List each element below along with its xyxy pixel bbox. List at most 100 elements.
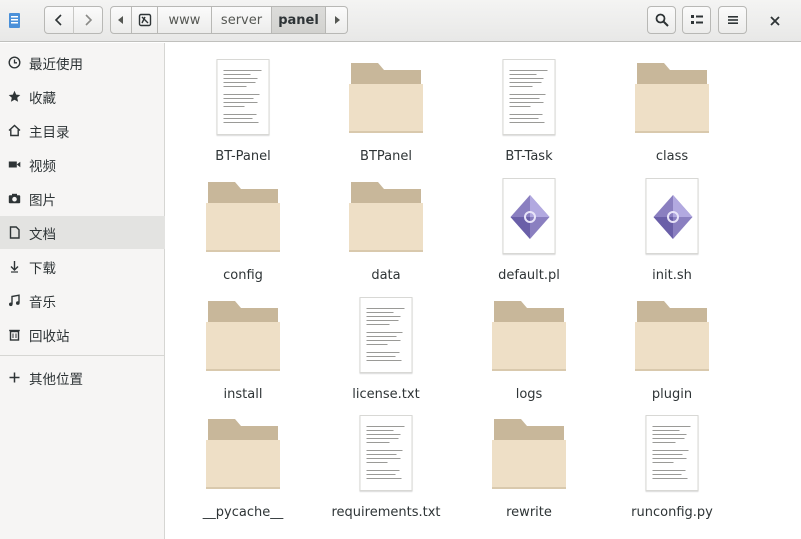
text-file-icon [216,59,270,135]
path-bar: www server panel [110,6,348,35]
plus-icon [7,371,21,385]
folder-icon [635,63,709,133]
trash-icon [7,328,21,342]
sidebar-item-pictures[interactable]: 图片 [0,182,165,215]
file-name-label: data [371,268,401,283]
download-icon [7,260,21,274]
file-name-label: BT-Panel [215,149,271,164]
sidebar-divider [0,355,165,356]
file-grid: BT-Panel BTPanel BT-Task class config data def… [166,43,801,539]
path-root-button[interactable] [132,6,158,34]
folder-item[interactable]: __pycache__ [178,407,308,520]
sidebar-item-starred[interactable]: 收藏 [0,80,165,113]
back-button[interactable] [44,6,74,34]
forward-button[interactable] [73,6,103,34]
file-name-label: logs [515,387,543,402]
folder-icon [206,182,280,252]
close-icon [770,16,780,26]
sidebar-item-label: 视频 [29,158,56,175]
sidebar: 最近使用 收藏 主目录 视频 图片 文档 下载 音乐 回收站 其他位置 [0,43,165,539]
file-name-label: install [223,387,263,402]
file-name-label: config [223,268,263,283]
folder-icon [349,63,423,133]
header-bar: www server panel [0,0,801,42]
sidebar-item-other-locations[interactable]: 其他位置 [0,361,165,394]
view-toggle-icon [690,15,703,24]
camera-icon [7,192,21,206]
file-name-label: BT-Task [505,149,553,164]
script-file-icon [502,178,556,254]
file-item[interactable]: license.txt [321,289,451,402]
file-item[interactable]: requirements.txt [321,407,451,520]
file-name-label: init.sh [652,268,692,283]
path-scroll-left[interactable] [110,6,132,34]
script-file-icon [645,178,699,254]
path-segment-www[interactable]: www [158,6,212,34]
folder-item[interactable]: class [607,51,737,164]
file-item[interactable]: runconfig.py [607,407,737,520]
file-item[interactable]: default.pl [464,170,594,283]
file-item[interactable]: BT-Task [464,51,594,164]
triangle-left-icon [118,16,123,24]
sidebar-item-trash[interactable]: 回收站 [0,318,165,351]
folder-item[interactable]: plugin [607,289,737,402]
sidebar-item-label: 回收站 [29,328,70,345]
sidebar-item-downloads[interactable]: 下载 [0,250,165,283]
path-segment-panel[interactable]: panel [272,6,326,34]
sidebar-item-recent[interactable]: 最近使用 [0,46,165,79]
file-name-label: rewrite [506,505,552,520]
text-file-icon [502,59,556,135]
sidebar-item-label: 收藏 [29,90,56,107]
hamburger-menu-icon [727,16,738,24]
sidebar-item-label: 其他位置 [29,371,83,388]
file-manager-window: www server panel 最近使用 收藏 主目录 视频 图片 文档 下载… [0,0,801,539]
file-name-label: default.pl [498,268,560,283]
file-item[interactable]: init.sh [607,170,737,283]
sidebar-item-label: 图片 [29,192,56,209]
video-icon [7,158,21,172]
folder-item[interactable]: logs [464,289,594,402]
file-name-label: __pycache__ [202,505,284,520]
sidebar-item-label: 主目录 [29,124,70,141]
view-toggle-button[interactable] [682,6,711,34]
file-name-label: runconfig.py [631,505,713,520]
folder-item[interactable]: data [321,170,451,283]
chevron-right-icon [85,14,93,26]
music-icon [7,294,21,308]
search-icon [655,13,669,27]
menu-button[interactable] [718,6,747,34]
folder-icon [349,182,423,252]
file-name-label: requirements.txt [331,505,441,520]
sidebar-item-label: 下载 [29,260,56,277]
sidebar-item-music[interactable]: 音乐 [0,284,165,317]
file-name-label: BTPanel [360,149,412,164]
triangle-right-icon [334,16,340,24]
document-icon [7,226,21,240]
drive-icon [138,13,151,27]
sidebar-item-documents[interactable]: 文档 [0,216,165,249]
file-name-label: class [655,149,689,164]
file-name-label: license.txt [352,387,420,402]
sidebar-item-label: 文档 [29,226,56,243]
sidebar-item-videos[interactable]: 视频 [0,148,165,181]
path-segment-server[interactable]: server [212,6,272,34]
folder-icon [206,301,280,371]
search-button[interactable] [647,6,676,34]
file-item[interactable]: BT-Panel [178,51,308,164]
path-scroll-right[interactable] [326,6,348,34]
close-button[interactable] [762,8,788,34]
sidebar-item-label: 最近使用 [29,56,83,73]
sidebar-item-home[interactable]: 主目录 [0,114,165,147]
file-name-label: plugin [651,387,693,402]
folder-icon [206,419,280,489]
home-icon [7,124,21,138]
folder-item[interactable]: rewrite [464,407,594,520]
folder-item[interactable]: config [178,170,308,283]
folder-icon [635,301,709,371]
text-file-icon [359,415,413,491]
folder-item[interactable]: BTPanel [321,51,451,164]
sidebar-item-label: 音乐 [29,294,56,311]
folder-item[interactable]: install [178,289,308,402]
chevron-left-icon [54,14,62,26]
clock-icon [7,56,21,70]
